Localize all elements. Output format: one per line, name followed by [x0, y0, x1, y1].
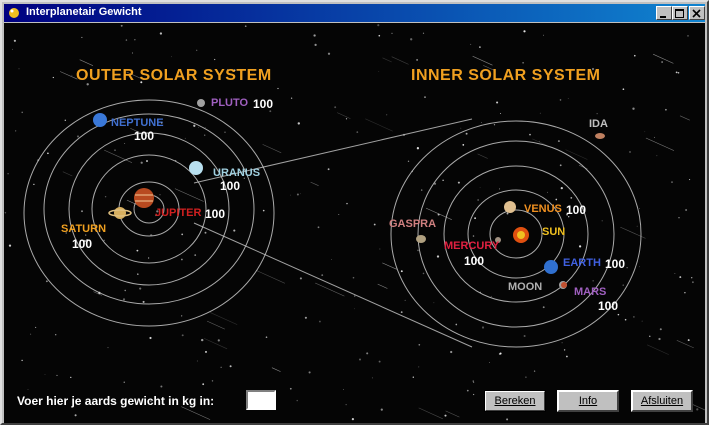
jupiter-weight: 100 [205, 207, 226, 221]
ida-label: IDA [589, 118, 608, 130]
gaspra-label: GASPRA [389, 218, 437, 230]
maximize-icon [675, 9, 684, 18]
mercury-weight: 100 [464, 254, 485, 268]
jupiter-body [134, 188, 154, 208]
sun-label: SUN [542, 226, 566, 238]
jupiter-label: JUPITER [155, 207, 202, 219]
close-app-button-label: Afsluiten [640, 395, 684, 407]
mars-label: MARS [574, 286, 607, 298]
app-window: Interplanetair Gewicht OUTER SOLAR SYSTE… [0, 0, 709, 425]
earth-weight: 100 [605, 257, 626, 271]
pluto-body [197, 99, 205, 107]
uranus-body [189, 161, 203, 175]
saturn-weight: 100 [72, 237, 93, 251]
info-button-label: Info [578, 395, 598, 407]
venus-label: VENUS [524, 203, 562, 215]
pluto-label: PLUTO [211, 97, 249, 109]
minimize-icon [660, 16, 666, 18]
planet-bodies [93, 99, 605, 289]
close-button[interactable] [689, 6, 705, 20]
gaspra-body [416, 235, 426, 243]
connector-lines [193, 118, 473, 348]
weight-prompt: Voer hier je aards gewicht in kg in: [17, 394, 215, 408]
sun-core [517, 231, 525, 239]
mars-body [561, 282, 567, 288]
moon-label: MOON [508, 281, 543, 293]
mercury-label: MERCURY [444, 240, 500, 252]
saturn-label: SATURN [61, 223, 107, 235]
window-title: Interplanetair Gewicht [26, 6, 142, 18]
calculate-button-label: Bereken [494, 395, 536, 407]
title-bar[interactable]: Interplanetair Gewicht [4, 4, 705, 22]
uranus-label: URANUS [213, 167, 261, 179]
neptune-body [93, 113, 107, 127]
solar-system-canvas: OUTER SOLAR SYSTEM INNER SOLAR SYSTEM PL… [4, 23, 705, 423]
minimize-button[interactable] [656, 6, 672, 20]
earth-body [544, 260, 558, 274]
app-icon [9, 8, 19, 18]
saturn-body [114, 207, 126, 219]
uranus-weight: 100 [220, 179, 241, 193]
neptune-label: NEPTUNE [111, 117, 164, 129]
info-button[interactable]: Info [557, 390, 619, 412]
neptune-weight: 100 [134, 129, 155, 143]
weight-input[interactable] [246, 390, 276, 410]
outer-solar-system-heading: OUTER SOLAR SYSTEM [76, 67, 272, 84]
maximize-button[interactable] [672, 6, 688, 20]
venus-body [504, 201, 516, 213]
inner-solar-system-heading: INNER SOLAR SYSTEM [411, 67, 601, 84]
close-app-button[interactable]: Afsluiten [631, 390, 693, 412]
earth-label: EARTH [563, 257, 601, 269]
calculate-button[interactable]: Bereken [484, 390, 546, 412]
close-icon [692, 9, 701, 18]
pluto-weight: 100 [253, 97, 274, 111]
mars-weight: 100 [598, 299, 619, 313]
ida-body [595, 133, 605, 139]
venus-weight: 100 [566, 203, 587, 217]
